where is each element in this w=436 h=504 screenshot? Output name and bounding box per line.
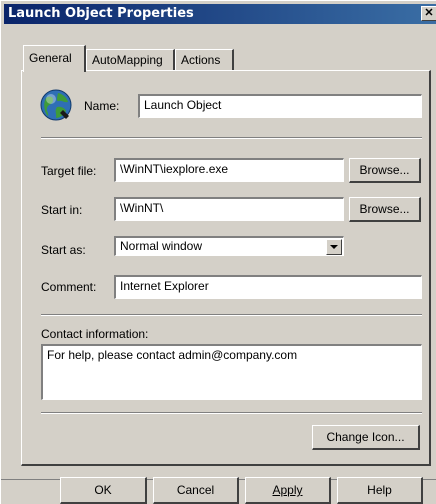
- globe-icon: [40, 89, 72, 121]
- target-file-field[interactable]: \WinNT\iexplore.exe: [114, 158, 344, 182]
- name-field[interactable]: Launch Object: [138, 94, 422, 118]
- tab-automapping-label: AutoMapping: [92, 53, 163, 67]
- close-button[interactable]: ✕: [421, 6, 436, 21]
- cancel-button[interactable]: Cancel: [153, 477, 239, 504]
- contact-info-label: Contact information:: [41, 327, 149, 341]
- general-panel: Name: Launch Object Target file: \WinNT\…: [21, 70, 431, 466]
- start-as-label: Start as:: [41, 243, 86, 257]
- comment-label: Comment:: [41, 280, 97, 294]
- tab-automapping[interactable]: AutoMapping: [86, 49, 175, 71]
- tab-general-label: General: [29, 51, 72, 65]
- separator: [41, 314, 422, 316]
- contact-info-textarea[interactable]: For help, please contact admin@company.c…: [41, 344, 422, 400]
- change-icon-button[interactable]: Change Icon...: [312, 425, 420, 450]
- start-in-label: Start in:: [41, 203, 83, 217]
- tab-actions-label: Actions: [181, 53, 221, 67]
- start-in-field[interactable]: \WinNT\: [114, 197, 344, 221]
- properties-dialog: Launch Object Properties ✕ General AutoM…: [0, 0, 436, 504]
- title-bar[interactable]: Launch Object Properties ✕: [4, 4, 436, 24]
- chevron-down-icon[interactable]: [326, 239, 342, 255]
- start-as-select[interactable]: Normal window: [114, 236, 344, 256]
- tab-general[interactable]: General: [23, 45, 86, 72]
- help-button[interactable]: Help: [337, 477, 423, 504]
- name-label: Name:: [84, 99, 120, 113]
- separator: [41, 137, 422, 139]
- start-as-value: Normal window: [120, 239, 203, 253]
- ok-button[interactable]: OK: [60, 477, 147, 504]
- window-title: Launch Object Properties: [8, 6, 194, 21]
- target-file-label: Target file:: [41, 164, 97, 178]
- separator: [41, 412, 422, 414]
- apply-button[interactable]: Apply: [245, 477, 331, 504]
- comment-field[interactable]: Internet Explorer: [114, 275, 422, 299]
- browse-start-button[interactable]: Browse...: [349, 197, 421, 222]
- browse-target-button[interactable]: Browse...: [349, 158, 421, 183]
- tab-actions[interactable]: Actions: [175, 49, 234, 71]
- apply-button-label: Apply: [272, 483, 303, 497]
